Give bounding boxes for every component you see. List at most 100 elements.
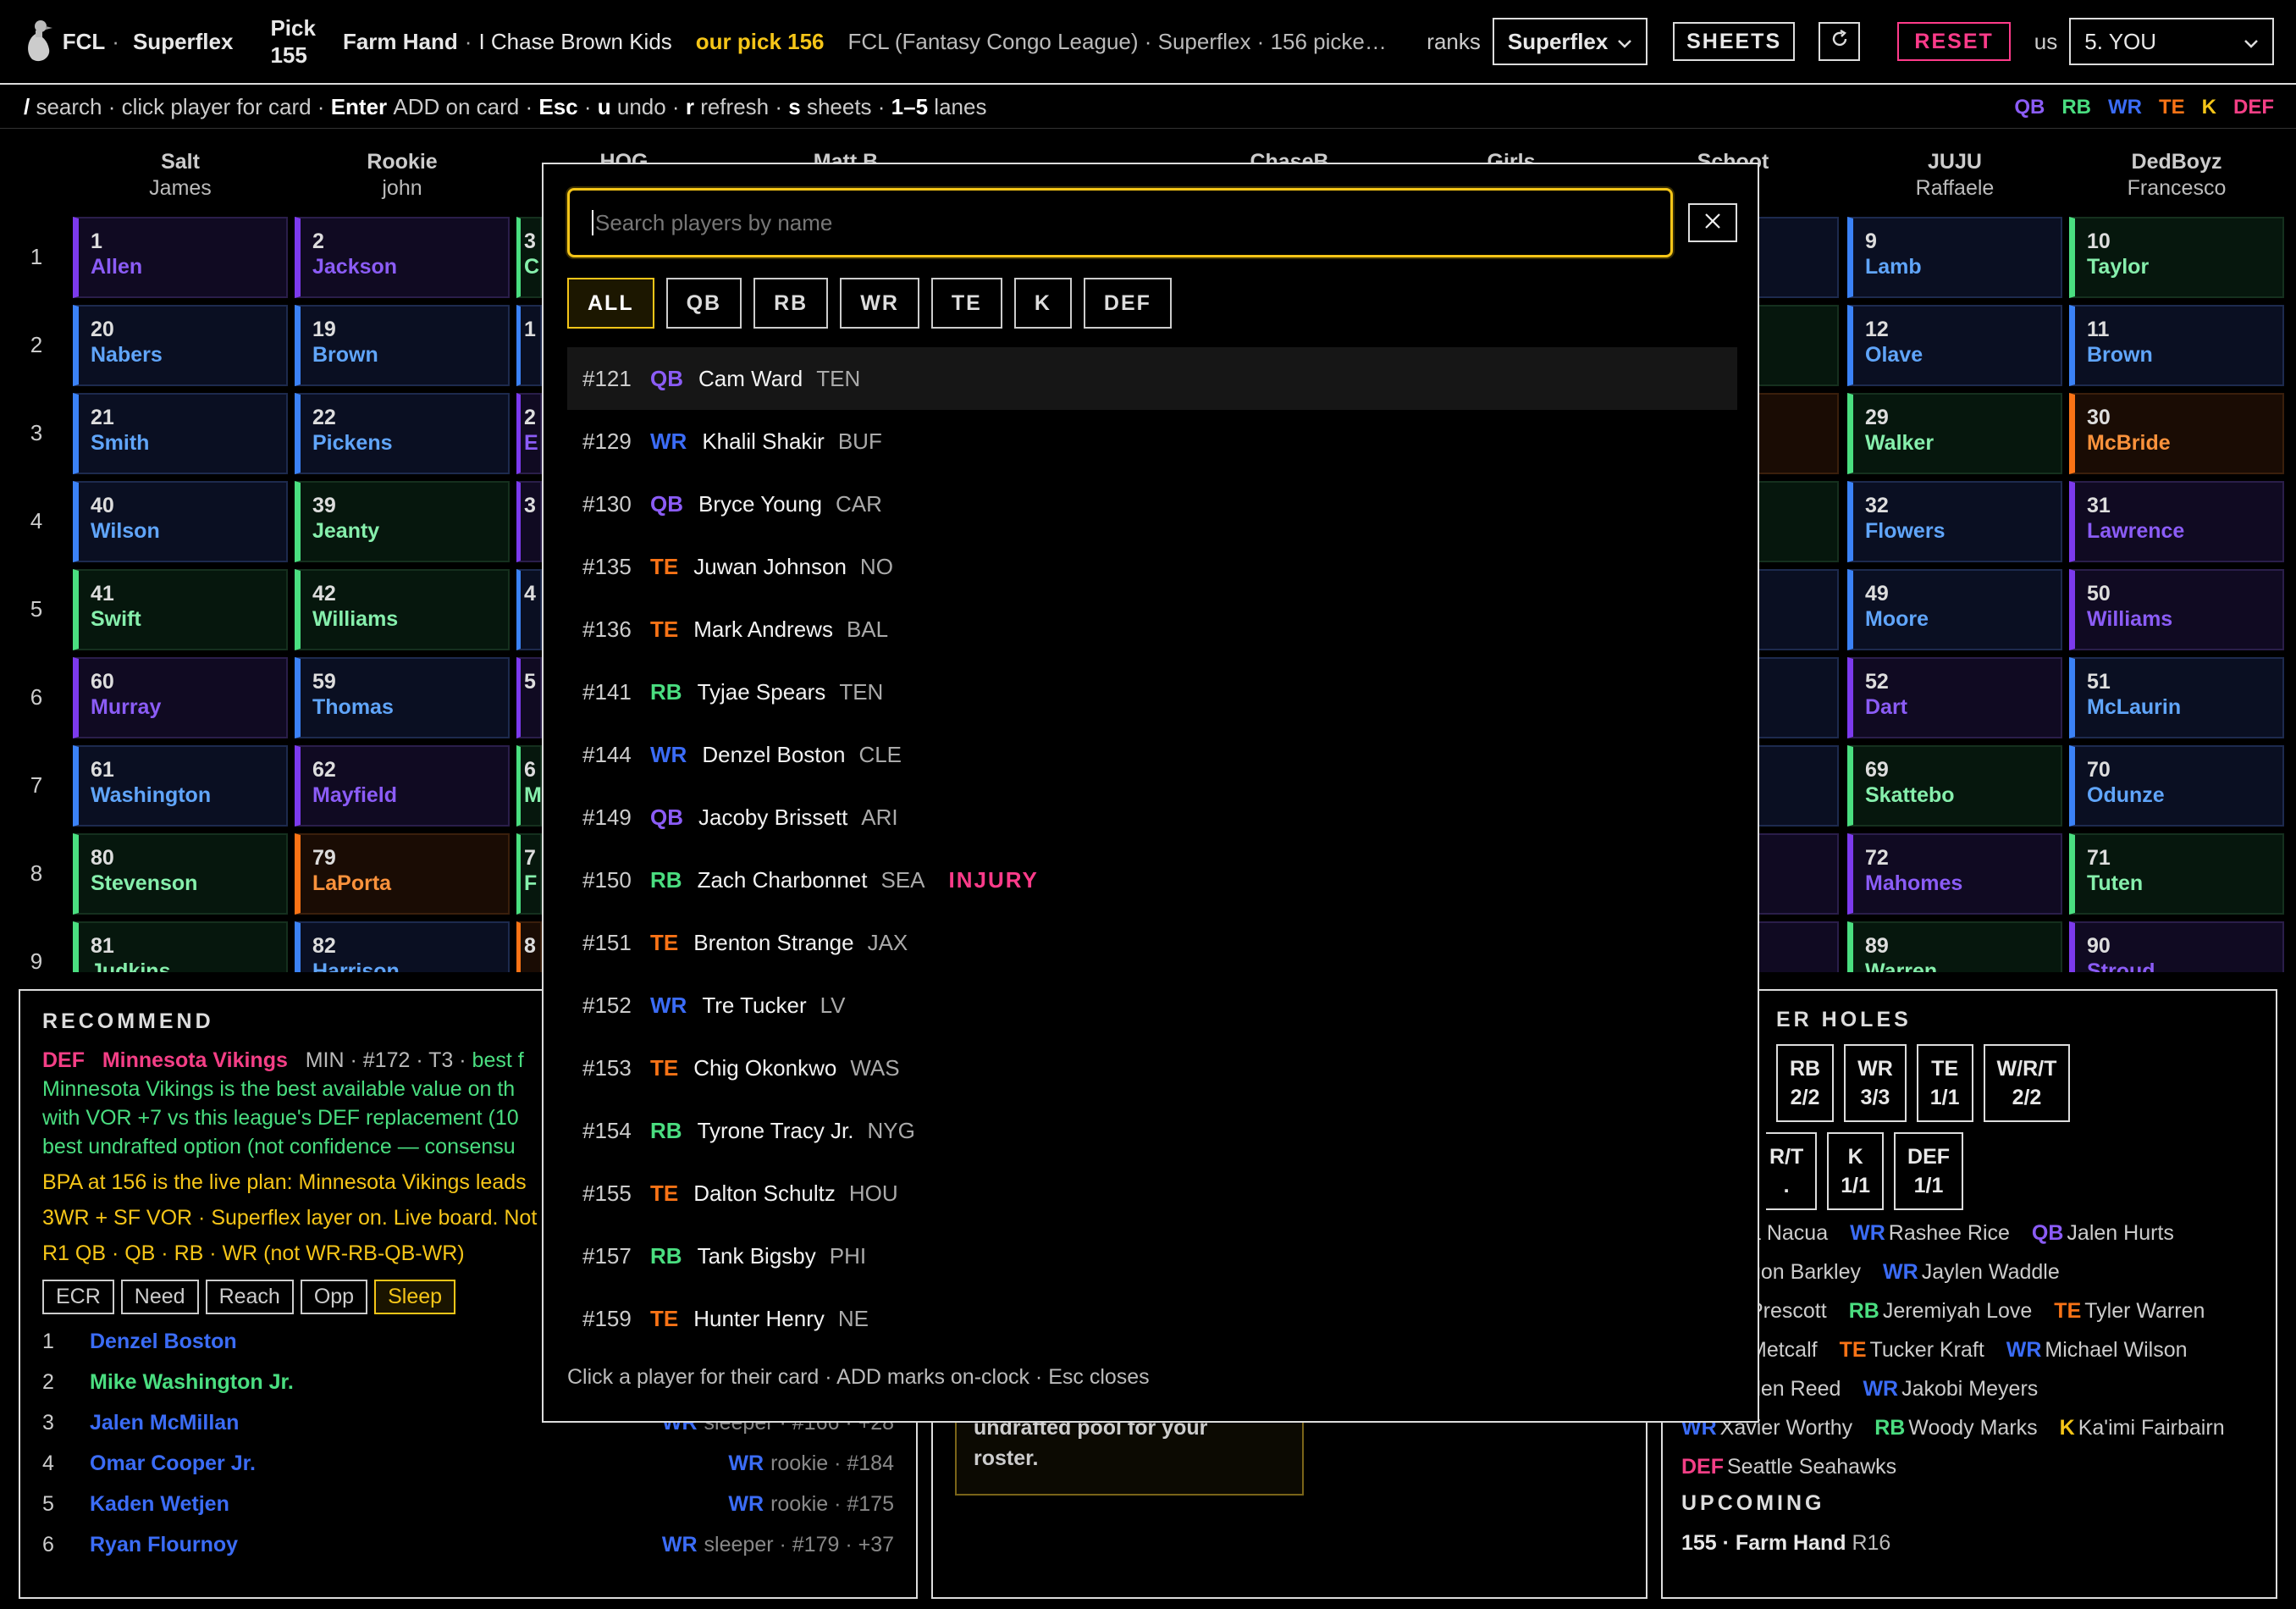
- filter-def[interactable]: DEF: [1083, 278, 1172, 329]
- draft-cell[interactable]: 72 Mahomes: [1847, 833, 2062, 915]
- draft-cell[interactable]: 12 Olave: [1847, 305, 2062, 386]
- player-result-row[interactable]: #153 TE Chig Okonkwo WAS: [567, 1037, 1737, 1099]
- draft-cell[interactable]: 10 Taylor: [2069, 217, 2284, 298]
- tab-reach[interactable]: Reach: [205, 1280, 294, 1314]
- need-player[interactable]: K Ka'imi Fairbairn: [2060, 1416, 2225, 1440]
- draft-cell[interactable]: 60 Murray: [73, 657, 288, 738]
- tab-need[interactable]: Need: [120, 1280, 199, 1314]
- draft-cell[interactable]: 11 Brown: [2069, 305, 2284, 386]
- draft-cell-partial[interactable]: [1758, 833, 1839, 915]
- player-result-row[interactable]: #157 RB Tank Bigsby PHI: [567, 1225, 1737, 1287]
- draft-cell[interactable]: 2 Jackson: [295, 217, 510, 298]
- need-player[interactable]: QB Jalen Hurts: [2032, 1221, 2174, 1245]
- filter-all[interactable]: ALL: [567, 278, 654, 329]
- filter-wr[interactable]: WR: [840, 278, 919, 329]
- draft-cell[interactable]: 79 LaPorta: [295, 833, 510, 915]
- draft-cell-partial[interactable]: [1758, 745, 1839, 827]
- draft-cell[interactable]: 9 Lamb: [1847, 217, 2062, 298]
- draft-cell[interactable]: 49 Moore: [1847, 569, 2062, 650]
- draft-cell-partial[interactable]: [1758, 217, 1839, 298]
- rec-list-item[interactable]: 5 Kaden Wetjen WR rookie · #175: [42, 1484, 894, 1524]
- need-player[interactable]: den Reed: [1749, 1377, 1841, 1401]
- draft-cell[interactable]: 40 Wilson: [73, 481, 288, 562]
- draft-cell-partial[interactable]: 3: [516, 481, 542, 562]
- filter-te[interactable]: TE: [930, 278, 1002, 329]
- player-result-row[interactable]: #121 QB Cam Ward TEN: [567, 347, 1737, 410]
- need-player[interactable]: WR Jakobi Meyers: [1863, 1377, 2038, 1401]
- draft-cell[interactable]: 20 Nabers: [73, 305, 288, 386]
- player-result-row[interactable]: #152 WR Tre Tucker LV: [567, 974, 1737, 1037]
- player-result-row[interactable]: #141 RB Tyjae Spears TEN: [567, 661, 1737, 723]
- draft-cell[interactable]: 81 Judkins: [73, 921, 288, 972]
- need-player[interactable]: RB Woody Marks: [1874, 1416, 2037, 1440]
- draft-cell[interactable]: 89 Warren: [1847, 921, 2062, 972]
- filter-rb[interactable]: RB: [753, 278, 829, 329]
- draft-cell[interactable]: 82 Harrison: [295, 921, 510, 972]
- draft-cell-partial[interactable]: [1758, 305, 1839, 386]
- draft-cell-partial[interactable]: [1758, 569, 1839, 650]
- draft-cell-partial[interactable]: 1: [516, 305, 542, 386]
- player-result-row[interactable]: #150 RB Zach Charbonnet SEA INJURY: [567, 849, 1737, 911]
- legend-rb[interactable]: RB: [2061, 96, 2091, 119]
- need-player[interactable]: WR Rashee Rice: [1850, 1221, 2010, 1245]
- draft-cell[interactable]: 59 Thomas: [295, 657, 510, 738]
- tab-sleep[interactable]: Sleep: [374, 1280, 456, 1314]
- draft-cell-partial[interactable]: [1758, 921, 1839, 972]
- player-result-row[interactable]: #135 TE Juwan Johnson NO: [567, 535, 1737, 598]
- filter-qb[interactable]: QB: [665, 278, 742, 329]
- player-result-row[interactable]: #151 TE Brenton Strange JAX: [567, 911, 1737, 974]
- sheets-button[interactable]: SHEETS: [1673, 22, 1796, 61]
- draft-cell-partial[interactable]: 4: [516, 569, 542, 650]
- player-result-row[interactable]: #154 RB Tyrone Tracy Jr. NYG: [567, 1099, 1737, 1162]
- draft-cell[interactable]: 31 Lawrence: [2069, 481, 2284, 562]
- rec-list-item[interactable]: 6 Ryan Flournoy WR sleeper · #179 · +37: [42, 1524, 894, 1565]
- draft-cell[interactable]: 61 Washington: [73, 745, 288, 827]
- legend-def[interactable]: DEF: [2233, 96, 2274, 119]
- need-player[interactable]: DEF Seattle Seahawks: [1681, 1455, 1896, 1479]
- draft-cell[interactable]: 42 Williams: [295, 569, 510, 650]
- player-search-input[interactable]: Search players by name: [567, 188, 1673, 257]
- draft-cell-partial[interactable]: [1758, 657, 1839, 738]
- draft-cell-partial[interactable]: 2E: [516, 393, 542, 474]
- draft-cell[interactable]: 21 Smith: [73, 393, 288, 474]
- us-select[interactable]: 5. YOU: [2069, 18, 2274, 65]
- player-result-row[interactable]: #149 QB Jacoby Brissett ARI: [567, 786, 1737, 849]
- ranks-select[interactable]: Superflex: [1492, 18, 1648, 65]
- draft-cell[interactable]: 41 Swift: [73, 569, 288, 650]
- draft-cell[interactable]: 71 Tuten: [2069, 833, 2284, 915]
- draft-cell[interactable]: 70 Odunze: [2069, 745, 2284, 827]
- player-result-row[interactable]: #130 QB Bryce Young CAR: [567, 473, 1737, 535]
- draft-cell[interactable]: 39 Jeanty: [295, 481, 510, 562]
- close-button[interactable]: [1688, 203, 1737, 242]
- player-result-row[interactable]: #159 TE Hunter Henry NE: [567, 1287, 1737, 1350]
- legend-qb[interactable]: QB: [2014, 96, 2045, 119]
- tab-opp[interactable]: Opp: [300, 1280, 368, 1314]
- need-player[interactable]: Prescott: [1749, 1299, 1827, 1323]
- player-result-row[interactable]: #136 TE Mark Andrews BAL: [567, 598, 1737, 661]
- player-result-row[interactable]: #129 WR Khalil Shakir BUF: [567, 410, 1737, 473]
- draft-cell-partial[interactable]: 8: [516, 921, 542, 972]
- draft-cell[interactable]: 62 Mayfield: [295, 745, 510, 827]
- draft-cell[interactable]: 22 Pickens: [295, 393, 510, 474]
- player-result-row[interactable]: #144 WR Denzel Boston CLE: [567, 723, 1737, 786]
- draft-cell-partial[interactable]: 7F: [516, 833, 542, 915]
- draft-cell[interactable]: 80 Stevenson: [73, 833, 288, 915]
- draft-cell[interactable]: 32 Flowers: [1847, 481, 2062, 562]
- draft-cell-partial[interactable]: 3C: [516, 217, 542, 298]
- draft-cell[interactable]: 19 Brown: [295, 305, 510, 386]
- need-player[interactable]: TE Tucker Kraft: [1840, 1338, 1984, 1362]
- draft-cell[interactable]: 51 McLaurin: [2069, 657, 2284, 738]
- draft-cell[interactable]: 29 Walker: [1847, 393, 2062, 474]
- draft-cell-partial[interactable]: [1758, 393, 1839, 474]
- refresh-button[interactable]: [1819, 22, 1861, 61]
- draft-cell[interactable]: 69 Skattebo: [1847, 745, 2062, 827]
- legend-k[interactable]: K: [2202, 96, 2216, 119]
- rec-list-item[interactable]: 4 Omar Cooper Jr. WR rookie · #184: [42, 1443, 894, 1484]
- filter-k[interactable]: K: [1013, 278, 1072, 329]
- draft-cell[interactable]: 30 McBride: [2069, 393, 2284, 474]
- legend-wr[interactable]: WR: [2108, 96, 2142, 119]
- need-player[interactable]: RB Jeremiyah Love: [1849, 1299, 2033, 1323]
- tab-ecr[interactable]: ECR: [42, 1280, 114, 1314]
- need-player[interactable]: TE Tyler Warren: [2054, 1299, 2205, 1323]
- player-result-row[interactable]: #155 TE Dalton Schultz HOU: [567, 1162, 1737, 1225]
